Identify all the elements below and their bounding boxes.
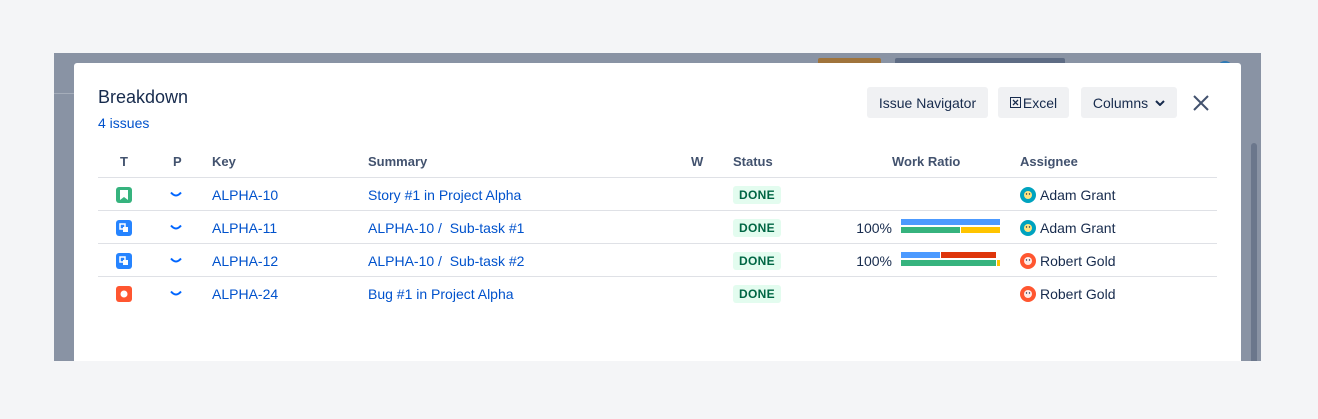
avatar[interactable]	[1020, 219, 1036, 236]
work-ratio-bar-segment	[901, 219, 1000, 225]
chevron-down-icon	[1155, 99, 1165, 106]
low-priority-icon[interactable]	[170, 191, 182, 199]
table-row: ALPHA-11 ALPHA-10 / Sub-task #1 DONE 100…	[74, 211, 1241, 244]
issue-summary-link[interactable]: ALPHA-10 / Sub-task #2	[368, 253, 524, 269]
breakdown-dialog: Breakdown 4 issues Issue Navigator Excel…	[74, 63, 1241, 361]
issue-summary-link[interactable]: Bug #1 in Project Alpha	[368, 286, 514, 302]
work-ratio-bars	[901, 219, 1001, 235]
work-ratio-value: 100%	[856, 219, 892, 236]
excel-icon	[1009, 97, 1021, 108]
columns-button[interactable]: Columns	[1081, 87, 1177, 118]
story-icon[interactable]	[116, 186, 132, 203]
issue-navigator-label: Issue Navigator	[878, 94, 977, 111]
header-w[interactable]: W	[691, 154, 703, 169]
columns-label: Columns	[1092, 94, 1149, 111]
low-priority-icon[interactable]	[170, 257, 182, 265]
work-ratio-bar-segment	[901, 260, 996, 266]
work-ratio-bar-segment	[901, 227, 960, 233]
subtask-icon[interactable]	[116, 252, 132, 269]
assignee-name: Robert Gold	[1040, 285, 1116, 302]
issue-key-link[interactable]: ALPHA-11	[212, 220, 277, 236]
issue-key-link[interactable]: ALPHA-12	[212, 253, 278, 269]
header-summary[interactable]: Summary	[368, 154, 427, 169]
work-ratio-bar-segment	[997, 260, 1000, 266]
issue-count-link[interactable]: 4 issues	[98, 115, 149, 131]
assignee-name: Adam Grant	[1040, 219, 1116, 236]
avatar[interactable]	[1020, 252, 1036, 269]
work-ratio-value: 100%	[856, 252, 892, 269]
header-status[interactable]: Status	[733, 154, 773, 169]
header-work-ratio[interactable]: Work Ratio	[892, 154, 960, 169]
table-row: ALPHA-10 Story #1 in Project Alpha DONE …	[74, 178, 1241, 211]
header-assignee[interactable]: Assignee	[1020, 154, 1078, 169]
header-priority[interactable]: P	[173, 154, 182, 169]
status-badge: DONE	[733, 218, 781, 237]
issue-key-link[interactable]: ALPHA-10	[212, 187, 278, 203]
divider	[54, 93, 74, 94]
low-priority-icon[interactable]	[170, 290, 182, 298]
status-badge: DONE	[733, 251, 781, 270]
assignee-name: Robert Gold	[1040, 252, 1116, 269]
close-icon[interactable]	[1191, 93, 1211, 113]
work-ratio-bars	[901, 252, 1001, 268]
avatar[interactable]	[1020, 285, 1036, 302]
header-key[interactable]: Key	[212, 154, 236, 169]
low-priority-icon[interactable]	[170, 224, 182, 232]
work-ratio-bar-segment	[941, 252, 996, 258]
page-scrollbar[interactable]	[1251, 143, 1257, 361]
issue-summary-link[interactable]: ALPHA-10 / Sub-task #1	[368, 220, 524, 236]
subtask-icon[interactable]	[116, 219, 132, 236]
status-badge: DONE	[733, 284, 781, 303]
issue-navigator-button[interactable]: Issue Navigator	[867, 87, 988, 118]
avatar[interactable]	[1020, 186, 1036, 203]
work-ratio-bar-segment	[901, 252, 940, 258]
status-badge: DONE	[733, 185, 781, 204]
assignee-name: Adam Grant	[1040, 186, 1116, 203]
header-type[interactable]: T	[120, 154, 128, 169]
excel-button[interactable]: Excel	[998, 87, 1069, 118]
issue-summary-link[interactable]: Story #1 in Project Alpha	[368, 187, 521, 203]
table-row: ALPHA-12 ALPHA-10 / Sub-task #2 DONE 100…	[74, 244, 1241, 277]
dialog-title: Breakdown	[98, 87, 189, 107]
table-row: ALPHA-24 Bug #1 in Project Alpha DONE Ro…	[74, 277, 1241, 310]
issue-key-link[interactable]: ALPHA-24	[212, 286, 278, 302]
excel-label: Excel	[1022, 94, 1058, 111]
bug-icon[interactable]	[116, 285, 132, 302]
work-ratio-bar-segment	[961, 227, 1000, 233]
